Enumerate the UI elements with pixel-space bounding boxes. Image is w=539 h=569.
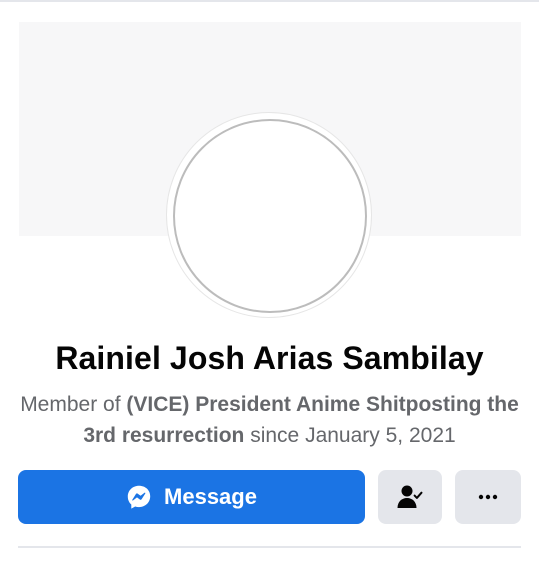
membership-prefix: Member of [20,393,127,416]
profile-picture-frame[interactable] [166,112,372,318]
profile-actions: Message [18,470,521,524]
profile-picture[interactable] [173,119,367,313]
messenger-icon [127,485,151,509]
message-button[interactable]: Message [18,470,365,524]
friend-status-button[interactable] [378,470,442,524]
more-options-button[interactable] [455,470,521,524]
message-button-label: Message [164,484,257,509]
top-divider [0,0,539,2]
profile-name: Rainiel Josh Arias Sambilay [55,340,484,376]
person-check-icon [397,485,423,508]
ellipsis-icon [478,494,498,500]
group-member-profile-card: Rainiel Josh Arias Sambilay Member of (V… [0,0,539,569]
member-since-text: since January 5, 2021 [244,424,456,447]
bottom-divider [18,546,521,548]
membership-info: Member of (VICE) President Anime Shitpos… [10,389,529,451]
